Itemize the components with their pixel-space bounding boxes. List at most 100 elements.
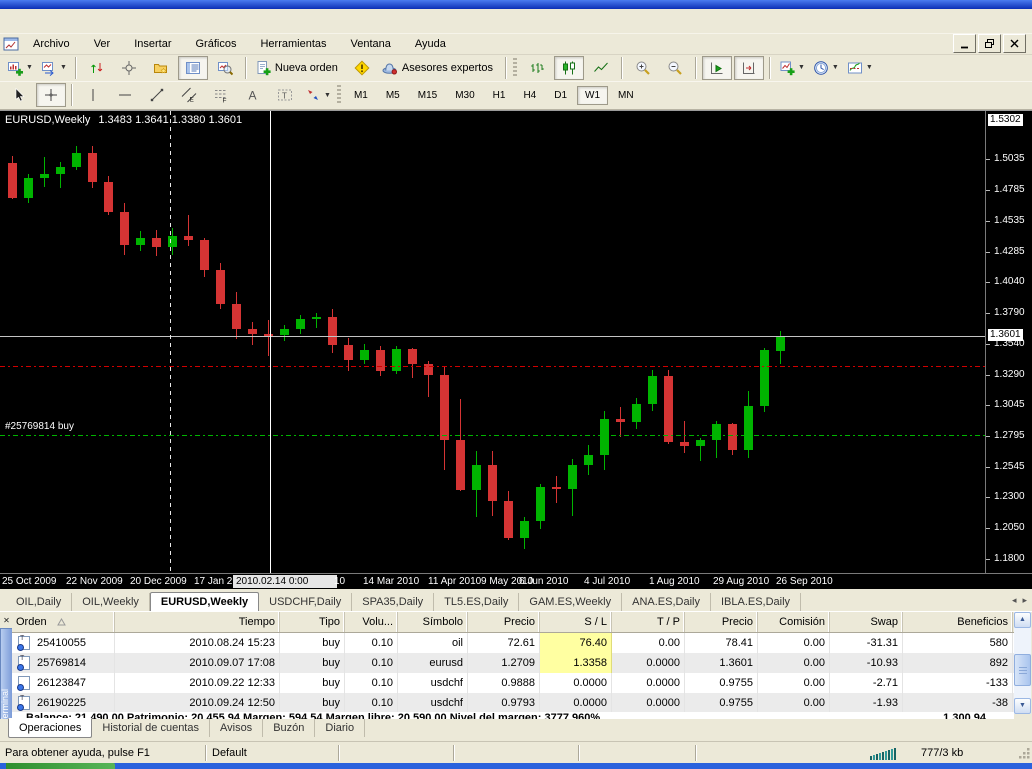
horizontal-line-button[interactable]: [110, 83, 140, 107]
menu-graficos[interactable]: Gráficos: [184, 35, 249, 53]
column-header-simbolo[interactable]: Símbolo: [398, 612, 468, 632]
price-axis-tick: [986, 252, 990, 253]
status-profile[interactable]: Default: [207, 742, 338, 764]
tabs-scroll-right-icon[interactable]: ▸: [1022, 595, 1027, 605]
column-header-volu[interactable]: Volu...: [345, 612, 398, 632]
periods-button[interactable]: ▼: [810, 56, 842, 80]
cell: 0.00: [758, 633, 830, 653]
chart-bars-button[interactable]: [522, 56, 552, 80]
text-label-button[interactable]: T: [270, 83, 300, 107]
cell: 1.3358: [540, 653, 612, 673]
column-header-s-l[interactable]: S / L: [540, 612, 612, 632]
market-watch-button[interactable]: [82, 56, 112, 80]
menu-ver[interactable]: Ver: [82, 35, 123, 53]
column-header-precio[interactable]: Precio: [685, 612, 758, 632]
chart-tab-oil-weekly[interactable]: OIL,Weekly: [72, 593, 150, 611]
terminal-button[interactable]: [178, 56, 208, 80]
chart-line-button[interactable]: [586, 56, 616, 80]
timeframe-mn[interactable]: MN: [610, 86, 642, 105]
order-row[interactable]: 261238472010.09.22 12:33buy0.10usdchf0.9…: [12, 673, 1014, 693]
close-button[interactable]: [1003, 34, 1026, 53]
column-header-comision[interactable]: Comisión: [758, 612, 830, 632]
channel-button[interactable]: E: [174, 83, 204, 107]
timeframe-w1[interactable]: W1: [577, 86, 608, 105]
cursor-button[interactable]: [4, 83, 34, 107]
terminal-tab-buzon[interactable]: Buzón: [263, 719, 315, 737]
cell: 892: [903, 653, 1013, 673]
auto-scroll-button[interactable]: [702, 56, 732, 80]
chart-tab-spa35-daily[interactable]: SPA35,Daily: [352, 593, 434, 611]
arrows-button[interactable]: ▼: [302, 83, 334, 107]
order-row[interactable]: 261902252010.09.24 12:50buy0.10usdchf0.9…: [12, 693, 1014, 713]
chart-tab-tl5-es-daily[interactable]: TL5.ES,Daily: [434, 593, 519, 611]
timeframe-m15[interactable]: M15: [410, 86, 445, 105]
restore-button[interactable]: [978, 34, 1001, 53]
column-header-beneficios[interactable]: Beneficios: [903, 612, 1013, 632]
text-button[interactable]: A: [238, 83, 268, 107]
menu-ayuda[interactable]: Ayuda: [403, 35, 458, 53]
expert-advisors-button[interactable]: Asesores expertos: [379, 56, 500, 80]
chart-tab-ibla-es-daily[interactable]: IBLA.ES,Daily: [711, 593, 801, 611]
resize-grip-icon[interactable]: [1017, 746, 1031, 763]
tabs-scroll-left-icon[interactable]: ◂: [1012, 595, 1017, 605]
scroll-up-icon[interactable]: ▲: [1014, 612, 1031, 628]
timeframe-h4[interactable]: H4: [515, 86, 544, 105]
chart-tab-ana-es-daily[interactable]: ANA.ES,Daily: [622, 593, 711, 611]
trendline-button[interactable]: [142, 83, 172, 107]
profiles-button[interactable]: ▼: [38, 56, 70, 80]
price-axis[interactable]: 1.5302 1.3601 1.50351.47851.45351.42851.…: [985, 111, 1032, 573]
indicators-button[interactable]: ▼: [776, 56, 808, 80]
terminal-tab-diario[interactable]: Diario: [315, 719, 365, 737]
timeframe-h1[interactable]: H1: [485, 86, 514, 105]
chart-tab-usdchf-daily[interactable]: USDCHF,Daily: [259, 593, 352, 611]
data-window-button[interactable]: [114, 56, 144, 80]
table-scrollbar[interactable]: ▲ ▼: [1014, 612, 1031, 714]
zoom-out-button[interactable]: [660, 56, 690, 80]
scrollbar-thumb[interactable]: [1014, 654, 1031, 686]
minimize-button[interactable]: [953, 34, 976, 53]
new-chart-button[interactable]: ▼: [4, 56, 36, 80]
terminal-tab-historial-de-cuentas[interactable]: Historial de cuentas: [92, 719, 210, 737]
new-order-button[interactable]: Nueva orden: [252, 56, 345, 80]
column-header-tiempo[interactable]: Tiempo: [115, 612, 280, 632]
cell: 0.0000: [612, 653, 685, 673]
scroll-down-icon[interactable]: ▼: [1014, 698, 1031, 714]
timeframe-m5[interactable]: M5: [378, 86, 408, 105]
chart-tab-eurusd-weekly[interactable]: EURUSD,Weekly: [150, 592, 259, 612]
timeframe-m30[interactable]: M30: [447, 86, 482, 105]
metaeditor-button[interactable]: [347, 56, 377, 80]
menu-ventana[interactable]: Ventana: [339, 35, 403, 53]
terminal-close-icon[interactable]: ✕: [1, 614, 12, 627]
order-row[interactable]: 257698142010.09.07 17:08buy0.10eurusd1.2…: [12, 653, 1014, 673]
crosshair-button[interactable]: [36, 83, 66, 107]
chart-candles-button[interactable]: [554, 56, 584, 80]
order-number: 25769814: [37, 657, 86, 669]
cell: -10.93: [830, 653, 903, 673]
cell: oil: [398, 633, 468, 653]
column-header-swap[interactable]: Swap: [830, 612, 903, 632]
chart-plot-area[interactable]: EURUSD,Weekly1.3483 1.3641 1.3380 1.3601…: [0, 111, 985, 573]
column-header-precio[interactable]: Precio: [468, 612, 540, 632]
chart-tab-oil-daily[interactable]: OIL,Daily: [6, 593, 72, 611]
navigator-button[interactable]: [146, 56, 176, 80]
zoom-in-button[interactable]: [628, 56, 658, 80]
column-header-tipo[interactable]: Tipo: [280, 612, 345, 632]
column-header-t-p[interactable]: T / P: [612, 612, 685, 632]
order-row[interactable]: 254100552010.08.24 15:23buy0.10oil72.617…: [12, 633, 1014, 653]
chart-tab-gam-es-weekly[interactable]: GAM.ES,Weekly: [519, 593, 622, 611]
fibonacci-button[interactable]: F: [206, 83, 236, 107]
crosshair-vertical-line: [270, 111, 271, 573]
menu-insertar[interactable]: Insertar: [122, 35, 183, 53]
terminal-tab-avisos[interactable]: Avisos: [210, 719, 263, 737]
timeframe-m1[interactable]: M1: [346, 86, 376, 105]
templates-button[interactable]: ▼: [844, 56, 876, 80]
timeframe-d1[interactable]: D1: [546, 86, 575, 105]
menu-herramientas[interactable]: Herramientas: [248, 35, 338, 53]
vertical-line-button[interactable]: [78, 83, 108, 107]
text-icon: A: [245, 87, 261, 103]
menu-archivo[interactable]: Archivo: [21, 35, 82, 53]
strategy-tester-button[interactable]: [210, 56, 240, 80]
column-header-orden[interactable]: Orden: [12, 612, 115, 632]
chart-shift-button[interactable]: [734, 56, 764, 80]
terminal-tab-operaciones[interactable]: Operaciones: [8, 718, 92, 738]
